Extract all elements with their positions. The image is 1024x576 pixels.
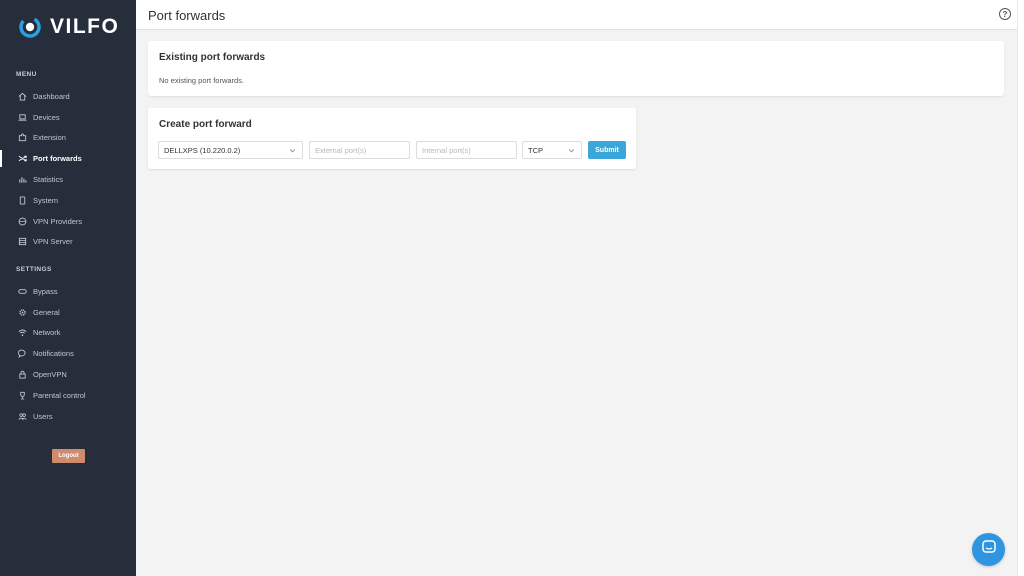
sidebar-item-system[interactable]: System (0, 190, 136, 211)
gear-icon (18, 308, 27, 317)
sidebar-item-label: Extension (33, 133, 66, 143)
trophy-icon (18, 391, 27, 400)
sidebar-item-label: Users (33, 411, 53, 421)
empty-state-text: No existing port forwards. (159, 76, 245, 85)
top-header: Port forwards ? (136, 0, 1017, 30)
protocol-select[interactable]: TCP (522, 141, 582, 159)
tablet-icon (18, 196, 27, 205)
brand-name: VILFO (50, 15, 120, 38)
home-icon (18, 92, 27, 101)
chevron-down-icon (568, 147, 575, 154)
sidebar: VILFO MENU Dashboard Devices Extension P… (0, 0, 136, 576)
sidebar-item-label: Statistics (33, 175, 64, 185)
sidebar-item-vpn-providers[interactable]: VPN Providers (0, 211, 136, 232)
external-port-container (309, 141, 410, 159)
logout-button[interactable]: Logout (52, 449, 85, 463)
device-select[interactable]: DELLXPS (10.220.0.2) (158, 141, 303, 159)
create-port-forward-card: Create port forward (148, 108, 636, 169)
sidebar-item-statistics[interactable]: Statistics (0, 169, 136, 190)
settings-section-label: SETTINGS (16, 266, 52, 273)
main-menu: Dashboard Devices Extension Port forward… (0, 86, 136, 252)
sidebar-item-label: Port forwards (33, 154, 82, 164)
settings-menu: Bypass General Network Notifications Ope… (0, 281, 136, 427)
server-icon (18, 237, 27, 246)
link-icon (18, 287, 27, 296)
sidebar-item-devices[interactable]: Devices (0, 107, 136, 128)
sidebar-item-label: Dashboard (33, 91, 70, 101)
sidebar-item-label: VPN Providers (33, 216, 83, 226)
help-icon[interactable]: ? (999, 8, 1011, 20)
sidebar-item-label: General (33, 307, 60, 317)
chat-bubble-icon (18, 349, 27, 359)
external-port-input[interactable] (315, 145, 409, 155)
bar-chart-icon (18, 175, 27, 184)
internal-port-container (416, 141, 517, 159)
scrollbar-track[interactable] (1017, 0, 1024, 576)
sidebar-item-bypass[interactable]: Bypass (0, 281, 136, 302)
sidebar-item-label: Devices (33, 112, 60, 122)
sidebar-item-vpn-server[interactable]: VPN Server (0, 232, 136, 253)
sidebar-item-extension[interactable]: Extension (0, 128, 136, 149)
protocol-select-value: TCP (528, 145, 543, 155)
sidebar-item-parental-control[interactable]: Parental control (0, 385, 136, 406)
sidebar-item-dashboard[interactable]: Dashboard (0, 86, 136, 107)
laptop-icon (18, 113, 27, 122)
sidebar-item-label: Parental control (33, 390, 86, 400)
sidebar-item-openvpn[interactable]: OpenVPN (0, 364, 136, 385)
puzzle-icon (18, 133, 27, 142)
lock-icon (18, 370, 27, 379)
chevron-down-icon (289, 147, 296, 154)
sidebar-item-network[interactable]: Network (0, 323, 136, 344)
sidebar-item-label: VPN Server (33, 237, 73, 247)
existing-port-forwards-card: Existing port forwards No existing port … (148, 41, 1004, 96)
vilfo-logo-icon (18, 15, 42, 39)
sidebar-item-port-forwards[interactable]: Port forwards (0, 148, 136, 169)
create-card-title: Create port forward (159, 119, 252, 130)
shuffle-icon (18, 154, 27, 163)
existing-card-title: Existing port forwards (159, 52, 266, 63)
menu-section-label: MENU (16, 71, 37, 78)
sidebar-item-label: Network (33, 328, 61, 338)
submit-button[interactable]: Submit (588, 141, 626, 159)
device-select-value: DELLXPS (10.220.0.2) (164, 145, 241, 155)
vilfo-logo[interactable]: VILFO (18, 14, 119, 40)
sidebar-item-label: System (33, 195, 59, 205)
sidebar-item-label: OpenVPN (33, 370, 67, 380)
sidebar-item-label: Bypass (33, 286, 58, 296)
internal-port-input[interactable] (422, 145, 516, 155)
sidebar-item-general[interactable]: General (0, 302, 136, 323)
sidebar-item-notifications[interactable]: Notifications (0, 343, 136, 364)
sidebar-item-users[interactable]: Users (0, 406, 136, 427)
users-icon (18, 412, 27, 421)
wifi-icon (18, 328, 27, 337)
chat-icon (981, 539, 997, 560)
sidebar-item-label: Notifications (33, 349, 74, 359)
globe-icon (18, 217, 27, 226)
page-title: Port forwards (148, 8, 226, 23)
chat-widget-button[interactable] (972, 533, 1005, 566)
